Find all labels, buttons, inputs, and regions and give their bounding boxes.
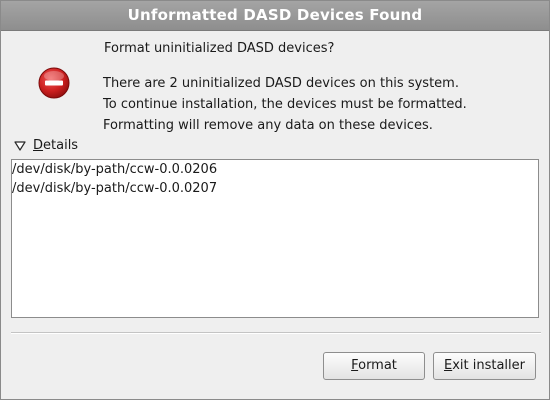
message-line: There are 2 uninitialized DASD devices o… [103,76,459,91]
exit-installer-button[interactable]: Exit installer [433,352,536,380]
exit-mnemonic: E [443,358,453,373]
dasd-dialog: Unformatted DASD Devices Found Format un… [0,0,550,400]
separator [11,332,541,334]
exit-label-rest: xit installer [452,358,525,373]
message-text: There are 2 uninitialized DASD devices o… [103,73,467,136]
dialog-title: Unformatted DASD Devices Found [1,1,549,31]
details-expander[interactable]: Details [14,138,78,153]
details-mnemonic: D [33,138,44,153]
list-item: /dev/disk/by-path/ccw-0.0.0207 [12,181,218,196]
stop-icon [38,67,70,99]
triangle-down-icon [14,140,26,151]
details-label: Details [33,138,78,153]
message-line: Formatting will remove any data on these… [103,118,433,133]
details-label-rest: etails [43,138,79,153]
list-item: /dev/disk/by-path/ccw-0.0.0206 [12,162,218,177]
format-label-rest: ormat [358,358,397,373]
message-line: To continue installation, the devices mu… [103,97,467,112]
question-text: Format uninitialized DASD devices? [104,41,335,56]
format-button[interactable]: Format [323,352,425,380]
details-text-view[interactable]: /dev/disk/by-path/ccw-0.0.0206 /dev/disk… [11,159,539,318]
